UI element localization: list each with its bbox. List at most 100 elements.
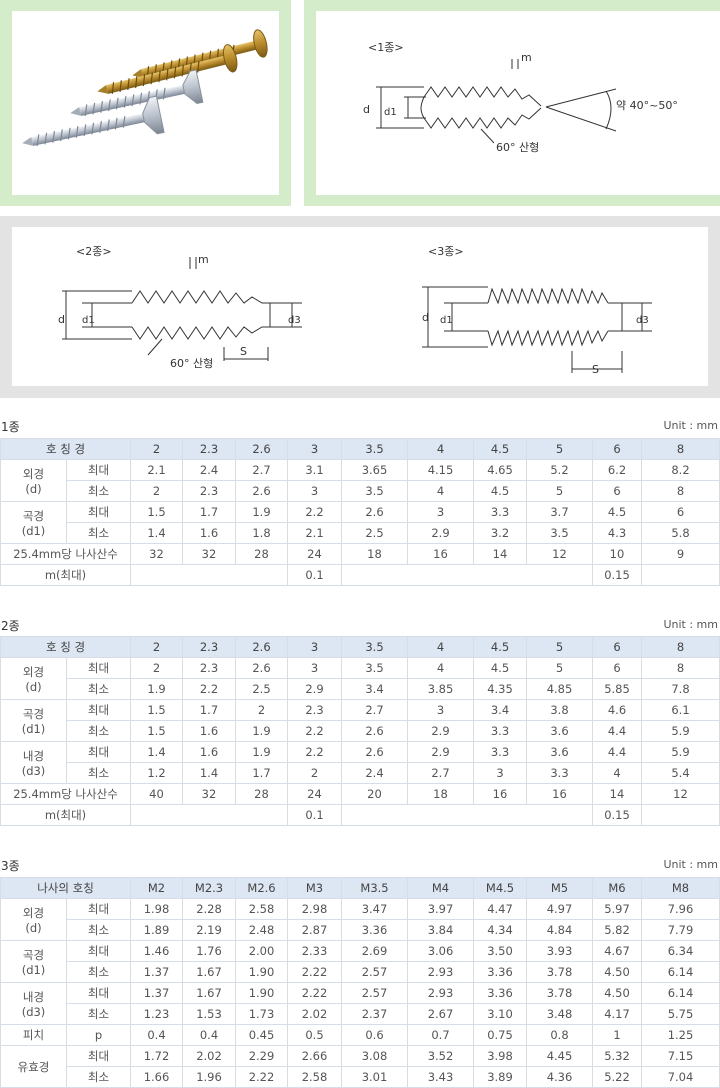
table-row: 최소 1.9 2.2 2.5 2.9 3.4 3.85 4.35 4.85 5.85 7.8 xyxy=(1,678,720,700)
row-sub-label: 최대 xyxy=(66,741,131,763)
table-row: m(최대) 0.1 0.15 xyxy=(0,804,720,826)
column-header: M2 xyxy=(130,877,183,899)
table-cell: 5 xyxy=(526,657,593,679)
row-group-label: 외경 (d) xyxy=(0,657,67,700)
column-header: 4.5 xyxy=(473,636,527,658)
table-cell: 4.5 xyxy=(473,657,527,679)
table-cell: 3.8 xyxy=(526,699,593,721)
table2: 호 칭 경 2 2.3 2.6 3 3.5 4 4.5 5 6 8 외경 (d) 최대 2 2.3 2.6 3 3.… xyxy=(0,636,720,826)
table-cell: 5.85 xyxy=(592,678,642,700)
table-cell: 2.67 xyxy=(407,1003,474,1025)
table-cell: 1.90 xyxy=(235,982,288,1004)
table-cell: 1.7 xyxy=(182,699,236,721)
table-row: 25.4mm당 나사산수 32 32 28 24 18 16 14 12 10 9 xyxy=(0,543,720,565)
table-cell: 5 xyxy=(526,480,593,502)
type1-screw-drawing xyxy=(376,59,617,144)
table-cell: 2.57 xyxy=(341,961,408,983)
table-cell: 3.97 xyxy=(407,898,474,920)
table-cell: 4.67 xyxy=(592,940,642,962)
table-cell: 2.6 xyxy=(341,501,408,523)
table-cell: 1.9 xyxy=(235,720,288,742)
table-cell: 2.9 xyxy=(407,720,474,742)
column-header: 4 xyxy=(407,636,474,658)
table-cell: 3.7 xyxy=(526,501,593,523)
table-cell: 0.15 xyxy=(592,564,642,586)
table-cell: 2.7 xyxy=(341,699,408,721)
table-row: 최소 1.23 1.53 1.73 2.02 2.37 2.67 3.10 3.48 4.17 5.… xyxy=(1,1003,720,1025)
table-cell: 3.6 xyxy=(526,720,593,742)
photo-panel xyxy=(0,0,291,206)
table-cell: 1.2 xyxy=(130,762,183,784)
table-cell: 1.7 xyxy=(182,501,236,523)
row-sub-label: 최대 xyxy=(66,982,131,1004)
column-header: 8 xyxy=(641,438,720,460)
table-cell: 4.47 xyxy=(473,898,527,920)
column-header: 5 xyxy=(526,636,593,658)
table-cell: 4.35 xyxy=(473,678,527,700)
group-name: 외경 xyxy=(22,466,45,481)
table-cell: 2.2 xyxy=(287,720,342,742)
table-cell: 4.4 xyxy=(592,720,642,742)
table3-title: 3종 xyxy=(1,859,20,873)
table-cell: 5.32 xyxy=(592,1045,642,1067)
row-group-label: 외경 (d) xyxy=(0,898,67,941)
table-cell: 6.14 xyxy=(641,982,720,1004)
row-sub-label: 최소 xyxy=(66,522,131,544)
table-cell: 8 xyxy=(641,657,720,679)
row-group-label: 내경 (d3) xyxy=(0,741,67,784)
table-cell: 16 xyxy=(473,783,527,805)
table-cell: 2.66 xyxy=(287,1045,342,1067)
table-cell: 1.9 xyxy=(235,741,288,763)
table-row: 최소 1.89 2.19 2.48 2.87 3.36 3.84 4.34 4.84 5.82 7.… xyxy=(1,919,720,941)
table-cell: 1.66 xyxy=(130,1066,183,1088)
table-cell: 2.7 xyxy=(235,459,288,481)
group-name: 내경 xyxy=(22,748,45,763)
type2-screw-drawing xyxy=(62,257,302,361)
table-cell: 16 xyxy=(526,783,593,805)
table-cell: 2.57 xyxy=(341,982,408,1004)
row-sub-label: 최소 xyxy=(66,678,131,700)
table-cell: 2.22 xyxy=(235,1066,288,1088)
table-cell: 4.15 xyxy=(407,459,474,481)
group-symbol: (d) xyxy=(25,481,42,496)
table-cell: 2.2 xyxy=(287,741,342,763)
column-header: M3 xyxy=(287,877,342,899)
table-cell: 2.22 xyxy=(287,961,342,983)
table-cell: 4.6 xyxy=(592,699,642,721)
row-group-label: 곡경 (d1) xyxy=(0,940,67,983)
table-cell: 1.37 xyxy=(130,961,183,983)
table-cell: 2.6 xyxy=(235,657,288,679)
table-cell: 1.53 xyxy=(182,1003,236,1025)
type23-diagram: <2종> m d d1 d3 60° 산형 S <3종> d d1 d3 S xyxy=(58,245,652,376)
table-row: 외경 (d) 최대 2 2.3 2.6 3 3.5 4 4.5 5 6 8 xyxy=(0,657,720,700)
table-cell: 3.84 xyxy=(407,919,474,941)
table-cell: 0.4 xyxy=(182,1024,236,1046)
row-sub-label: 최대 xyxy=(66,699,131,721)
table-row: 내경 (d3) 최대 1.4 1.6 1.9 2.2 2.6 2.9 3.3 3.6 4.4 5.9 xyxy=(0,741,720,784)
table-cell: 3.4 xyxy=(473,699,527,721)
table-cell: 4.5 xyxy=(592,501,642,523)
table-cell: 2.93 xyxy=(407,982,474,1004)
table-cell: 3.1 xyxy=(287,459,342,481)
table2-title: 2종 xyxy=(1,619,20,633)
table-cell: 2.02 xyxy=(287,1003,342,1025)
column-header: 8 xyxy=(641,636,720,658)
table-cell: 2.58 xyxy=(287,1066,342,1088)
table-cell: 3.2 xyxy=(473,522,527,544)
table-cell: 12 xyxy=(526,543,593,565)
table-cell: 6.1 xyxy=(641,699,720,721)
table-cell: 1.46 xyxy=(130,940,183,962)
table-row: 최소 1.37 1.67 1.90 2.22 2.57 2.93 3.36 3.78 4.50 6.… xyxy=(1,961,720,983)
table-cell xyxy=(341,804,593,826)
type1-diagram: <1종> m d d1 60° 산형 약 40°~50° xyxy=(363,41,678,154)
header-corner: 나사의 호칭 xyxy=(0,877,131,899)
table-cell: 18 xyxy=(341,543,408,565)
table-cell: 1.72 xyxy=(130,1045,183,1067)
table-cell: 2.2 xyxy=(287,501,342,523)
table-row: 최소 1.4 1.6 1.8 2.1 2.5 2.9 3.2 3.5 4.3 5.8 xyxy=(1,522,720,544)
table-cell: 3.93 xyxy=(526,940,593,962)
table-cell: 5.22 xyxy=(592,1066,642,1088)
type2-d3-label: d3 xyxy=(288,315,301,326)
table-cell: 5.97 xyxy=(592,898,642,920)
table-cell: 7.8 xyxy=(641,678,720,700)
